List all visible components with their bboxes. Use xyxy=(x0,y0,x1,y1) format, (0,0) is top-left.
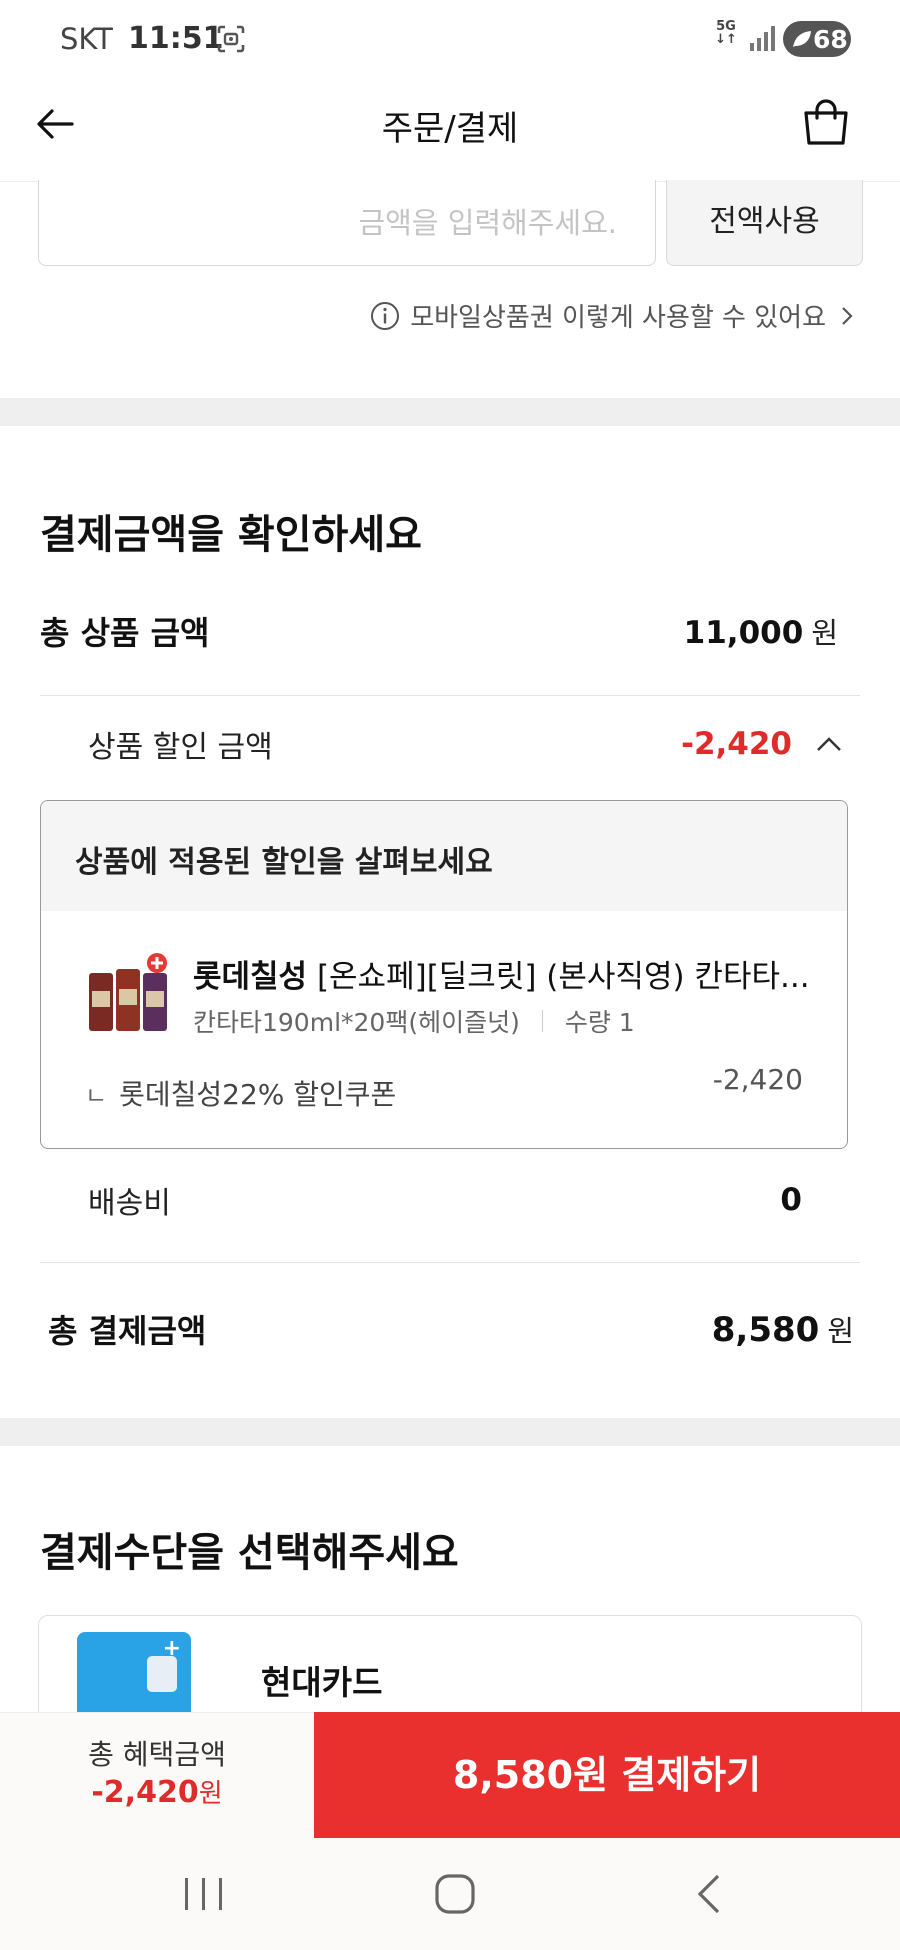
product-thumbnail xyxy=(89,953,167,1031)
product-option: 칸타타190ml*20팩(헤이즐넛) 수량 1 xyxy=(193,1003,635,1039)
total-product-row: 총 상품 금액 11,000 원 xyxy=(40,608,838,654)
plus-icon: + xyxy=(162,1636,181,1661)
use-all-button[interactable]: 전액사용 xyxy=(666,180,863,266)
total-pay-amount: 8,580 원 xyxy=(711,1310,854,1350)
coupon-row: ㄴ 롯데칠성22% 할인쿠폰 xyxy=(85,1073,396,1113)
shipping-amount: 0 xyxy=(780,1182,802,1218)
signal-icon xyxy=(750,26,775,51)
total-benefit-panel: 총 혜택금액 -2,420원 xyxy=(0,1712,314,1838)
recent-apps-icon[interactable] xyxy=(174,1868,234,1920)
shipping-label: 배송비 xyxy=(88,1186,171,1221)
card-chip xyxy=(147,1656,177,1692)
total-pay-row: 총 결제금액 8,580 원 xyxy=(48,1306,854,1352)
row-divider xyxy=(40,695,860,696)
giftcard-amount-input[interactable] xyxy=(38,180,656,266)
leaf-icon xyxy=(793,31,811,47)
product-discount-row[interactable]: 상품 할인 금액 -2,420 xyxy=(88,722,844,766)
page-title: 주문/결제 xyxy=(381,109,519,149)
shipping-row: 배송비 0 xyxy=(88,1178,802,1222)
product-name[interactable]: 롯데칠성 [온쇼페][딜크릿] (본사직영) 칸타타... xyxy=(193,951,813,996)
total-pay-label: 총 결제금액 xyxy=(48,1312,207,1350)
screen-capture-icon xyxy=(217,25,245,53)
product-discount-amount: -2,420 xyxy=(681,726,844,762)
section-divider xyxy=(0,1418,900,1446)
payment-method-title: 결제수단을 선택해주세요 xyxy=(40,1530,459,1576)
discount-detail-box: 상품에 적용된 할인을 살펴보세요 롯데칠성 [온쇼페][딜크릿] (본사직영)… xyxy=(40,800,848,1149)
benefit-amount: -2,420원 xyxy=(91,1775,223,1810)
coupon-amount: -2,420 xyxy=(712,1063,803,1096)
coupon-label: 롯데칠성22% 할인쿠폰 xyxy=(119,1078,397,1111)
total-product-amount: 11,000 원 xyxy=(683,615,838,651)
total-product-label: 총 상품 금액 xyxy=(40,614,210,652)
product-option-text: 칸타타190ml*20팩(헤이즐넛) xyxy=(193,1008,520,1037)
info-icon xyxy=(371,301,400,330)
back-nav-icon[interactable] xyxy=(680,1868,740,1920)
product-quantity: 수량 1 xyxy=(564,1008,635,1037)
battery-percent: 68 xyxy=(813,25,848,54)
benefit-label: 총 혜택금액 xyxy=(88,1738,226,1771)
battery-icon: 68 xyxy=(783,21,851,57)
row-divider xyxy=(40,1262,860,1263)
section-divider xyxy=(0,398,900,426)
home-icon[interactable] xyxy=(425,1868,485,1920)
giftcard-help-text: 모바일상품권 이렇게 사용할 수 있어요 xyxy=(410,303,826,333)
bottom-action-bar: 총 혜택금액 -2,420원 8,580원 결제하기 xyxy=(0,1712,900,1838)
shopping-bag-icon[interactable] xyxy=(800,97,852,149)
option-separator xyxy=(541,1010,543,1032)
clock: 11:51 xyxy=(128,21,224,56)
network-5g-icon: 5G ↓↑ xyxy=(715,19,737,47)
system-nav-bar xyxy=(0,1838,900,1950)
status-bar: SKT 11:51 5G ↓↑ 68 xyxy=(0,0,900,80)
chevron-up-icon[interactable] xyxy=(814,734,844,754)
carrier-label: SKT xyxy=(60,22,113,56)
pay-button[interactable]: 8,580원 결제하기 xyxy=(314,1712,900,1838)
giftcard-help-link[interactable]: 모바일상품권 이렇게 사용할 수 있어요 xyxy=(370,297,856,334)
chevron-right-icon xyxy=(842,306,853,325)
discount-box-title: 상품에 적용된 할인을 살펴보세요 xyxy=(41,801,847,911)
product-discount-label: 상품 할인 금액 xyxy=(88,730,273,765)
card-name: 현대카드 xyxy=(261,1663,383,1702)
app-header: 주문/결제 xyxy=(0,80,900,182)
indent-mark: ㄴ xyxy=(85,1082,108,1110)
summary-section-title: 결제금액을 확인하세요 xyxy=(40,512,422,558)
